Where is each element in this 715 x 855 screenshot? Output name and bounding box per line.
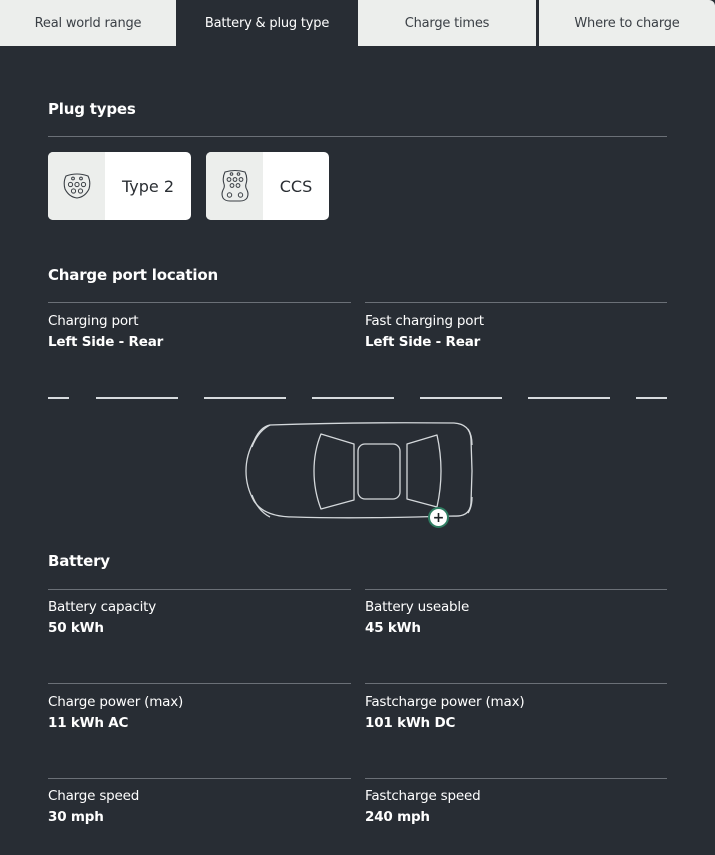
tab-charge-times[interactable]: Charge times [358,0,536,46]
spec-value: 30 mph [48,809,104,825]
road-dash [312,397,394,399]
spec-label: Charge speed [48,788,140,804]
plug-card-ccs: CCS [206,152,329,220]
road-dash [528,397,610,399]
road-dash [48,397,69,399]
divider [365,683,667,684]
divider [365,589,667,590]
type2-plug-icon [63,173,90,199]
tab-bar: Real world range Battery & plug type Cha… [0,0,715,46]
battery-heading: Battery [48,552,110,570]
charge-speed-spec: Charge speed 30 mph [48,788,139,825]
plug-card-type2: Type 2 [48,152,191,220]
fastcharge-power-spec: Fastcharge power (max) 101 kWh DC [365,694,525,731]
charging-port-spec: Charging port Left Side - Rear [48,313,163,350]
spec-label: Fast charging port [365,313,484,329]
spec-label: Fastcharge speed [365,788,481,804]
spec-label: Battery capacity [48,599,157,615]
plug-label: Type 2 [121,176,174,196]
tab-battery-plug-type[interactable]: Battery & plug type [179,0,355,46]
divider [48,302,351,303]
spec-label: Charge power (max) [48,694,184,710]
road-dash [96,397,178,399]
spec-value: 240 mph [365,809,430,825]
divider [48,136,667,137]
plug-label: CCS [279,176,313,196]
tab-real-world-range[interactable]: Real world range [0,0,176,46]
battery-capacity-spec: Battery capacity 50 kWh [48,599,156,636]
divider [48,683,351,684]
plus-icon: + [432,509,445,526]
spec-value: Left Side - Rear [365,334,481,350]
divider [48,589,351,590]
divider [365,302,667,303]
spec-value: 45 kWh [365,620,421,636]
divider [48,778,351,779]
tab-where-to-charge[interactable]: Where to charge [539,0,715,46]
fastcharge-speed-spec: Fastcharge speed 240 mph [365,788,481,825]
spec-label: Battery useable [365,599,470,615]
spec-value: 101 kWh DC [365,715,456,731]
spec-label: Fastcharge power (max) [365,694,525,710]
divider [365,778,667,779]
car-top-view-icon [245,422,473,519]
spec-value: 50 kWh [48,620,104,636]
spec-value: 11 kWh AC [48,715,129,731]
road-dash [636,397,667,399]
ccs-plug-icon [220,169,249,202]
charge-port-heading: Charge port location [48,266,218,284]
charge-port-marker[interactable]: + [428,507,449,528]
spec-value: Left Side - Rear [48,334,164,350]
charge-power-spec: Charge power (max) 11 kWh AC [48,694,183,731]
fast-charging-port-spec: Fast charging port Left Side - Rear [365,313,484,350]
spec-label: Charging port [48,313,139,329]
road-dash [204,397,286,399]
battery-useable-spec: Battery useable 45 kWh [365,599,469,636]
plug-types-heading: Plug types [48,100,136,118]
road-dash [420,397,502,399]
